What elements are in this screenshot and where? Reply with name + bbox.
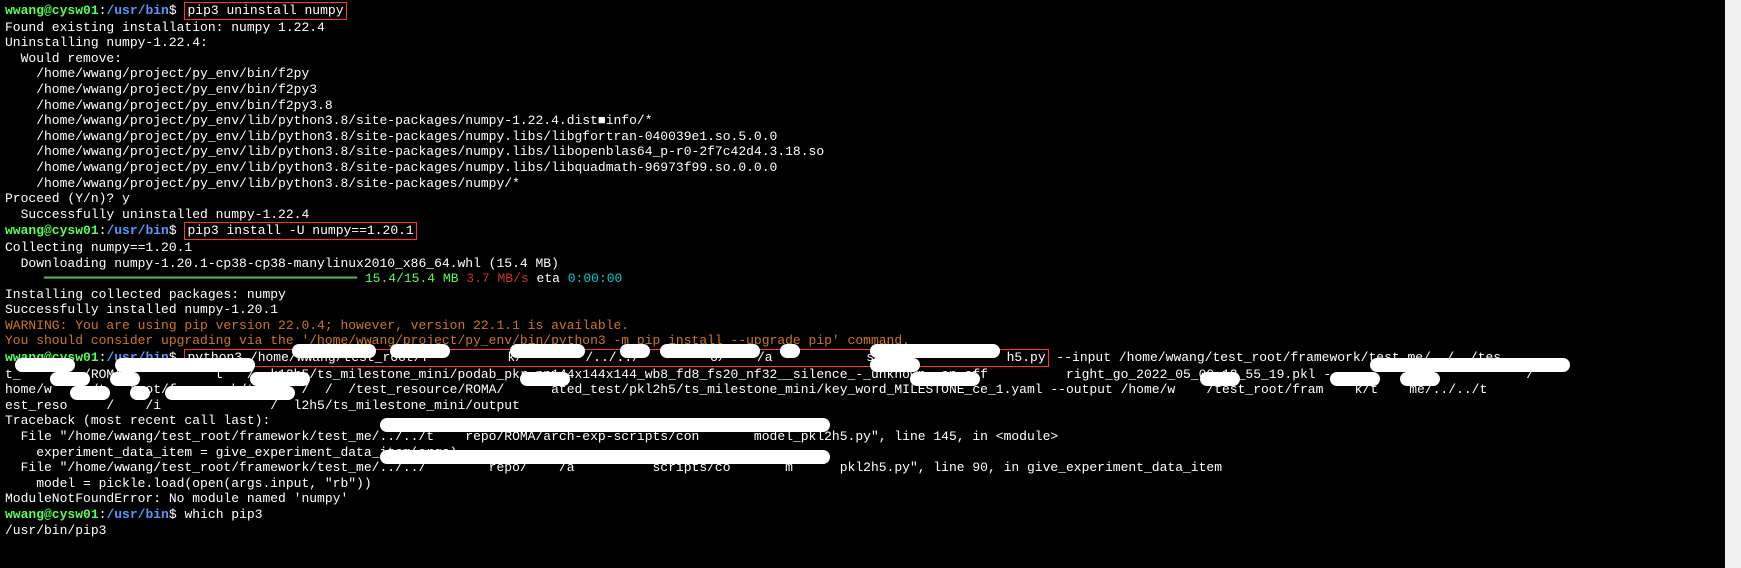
output-line: Proceed (Y/n)? y [5, 191, 1736, 207]
output-line: File "/home/wwang/test_root/framework/te… [5, 429, 1736, 445]
redaction [15, 358, 75, 372]
output-line: Uninstalling numpy-1.22.4: [5, 35, 1736, 51]
redaction [130, 386, 150, 400]
output-line: ModuleNotFoundError: No module named 'nu… [5, 491, 1736, 507]
output-line: Found existing installation: numpy 1.22.… [5, 20, 1736, 36]
redaction [380, 418, 830, 432]
redaction [110, 372, 140, 386]
redaction [870, 344, 1000, 358]
output-line: /home/wwang/project/py_env/lib/python3.8… [5, 160, 1736, 176]
redaction [380, 450, 830, 464]
output-line: File "/home/wwang/test_root/framework/te… [5, 460, 1736, 476]
prompt-path: /usr/bin [106, 3, 168, 18]
redaction [780, 344, 800, 358]
redaction [870, 358, 920, 372]
redaction [620, 344, 650, 358]
prompt-dollar: $ [169, 223, 177, 238]
output-line: Would remove: [5, 51, 1736, 67]
output-line: Downloading numpy-1.20.1-cp38-cp38-manyl… [5, 256, 1736, 272]
redaction [250, 372, 310, 386]
output-line: /home/wwang/project/py_env/lib/python3.8… [5, 176, 1736, 192]
output-line: /home/wwang/project/py_env/lib/python3.8… [5, 129, 1736, 145]
warning-line: WARNING: You are using pip version 22.0.… [5, 318, 1736, 334]
cmd4: which pip3 [184, 507, 262, 522]
output-line: Successfully uninstalled numpy-1.22.4 [5, 207, 1736, 223]
redaction [660, 344, 760, 358]
redaction [1200, 372, 1240, 386]
highlighted-cmd-2: pip3 install -U numpy==1.20.1 [184, 222, 416, 240]
scrollbar[interactable] [1725, 0, 1741, 568]
redaction [1370, 358, 1570, 372]
output-line: model = pickle.load(open(args.input, "rb… [5, 476, 1736, 492]
prompt-user: wwang@cysw01 [5, 223, 99, 238]
redaction [390, 344, 450, 358]
output-line: Installing collected packages: numpy [5, 287, 1736, 303]
output-line: /home/wwang/project/py_env/bin/f2py3 [5, 82, 1736, 98]
output-line: /home/wwang/project/py_env/lib/python3.8… [5, 113, 1736, 129]
redaction [70, 386, 110, 400]
redaction [910, 372, 980, 386]
output-line: Traceback (most recent call last): [5, 413, 1736, 429]
redaction [50, 372, 90, 386]
redaction [115, 358, 255, 372]
redaction [292, 344, 376, 358]
output-line: est_reso / /i / l2h5/ts_milestone_mini/o… [5, 398, 1736, 414]
prompt-user: wwang@cysw01 [5, 3, 99, 18]
redaction [510, 344, 585, 358]
highlighted-cmd-1: pip3 uninstall numpy [184, 2, 346, 20]
redaction [1400, 372, 1440, 386]
output-line: /home/wwang/project/py_env/bin/f2py [5, 66, 1736, 82]
prompt-path: /usr/bin [106, 507, 168, 522]
download-bar: ━━━━━━━━━━━━━━━━━━━━━━━━━━━━━━━━━━━━━━━━… [5, 271, 1736, 287]
output-line: Successfully installed numpy-1.20.1 [5, 302, 1736, 318]
redaction [520, 372, 570, 386]
output-line: experiment_data_item = give_experiment_d… [5, 445, 1736, 461]
redaction [1330, 372, 1380, 386]
prompt-dollar: $ [169, 3, 177, 18]
prompt-dollar: $ [169, 507, 177, 522]
output-line: /home/wwang/project/py_env/bin/f2py3.8 [5, 98, 1736, 114]
output-line: /usr/bin/pip3 [5, 523, 1736, 539]
prompt-path: /usr/bin [106, 223, 168, 238]
prompt-user: wwang@cysw01 [5, 507, 99, 522]
redaction [165, 386, 295, 400]
output-line: Collecting numpy==1.20.1 [5, 240, 1736, 256]
output-line: /home/wwang/project/py_env/lib/python3.8… [5, 144, 1736, 160]
